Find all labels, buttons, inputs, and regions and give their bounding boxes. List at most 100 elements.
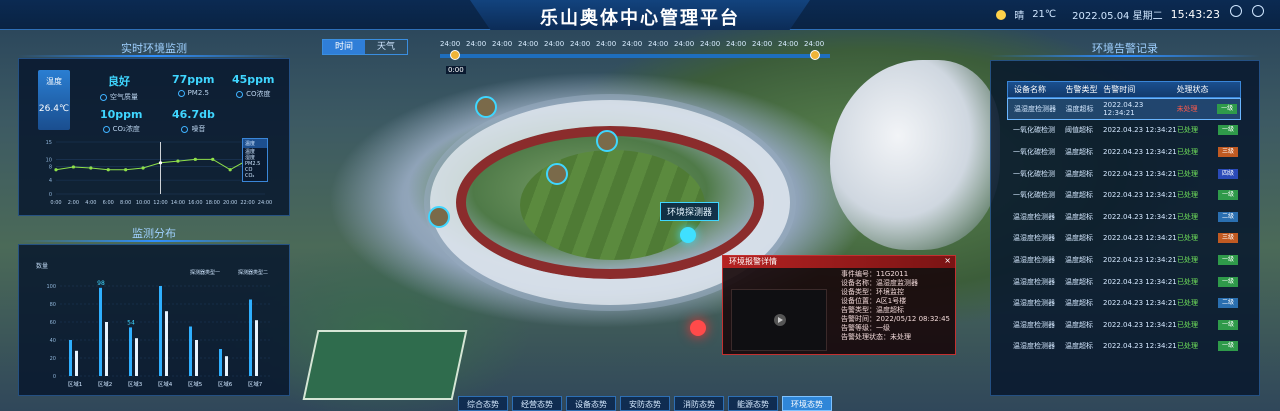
data-point[interactable]: [124, 168, 128, 172]
table-row[interactable]: 一氧化碳检测 阈值超标 2022.04.23 12:34:21 已处理 一级: [1007, 120, 1241, 142]
bar[interactable]: [69, 340, 72, 376]
tennis-court: [302, 330, 468, 400]
power-icon[interactable]: [1252, 5, 1264, 17]
weather-status: 晴 21℃ 2022.05.04 星期二 15:43:23: [996, 7, 1220, 22]
device-name-cell: 温湿度检测器: [1013, 212, 1055, 221]
settings-icon[interactable]: [1230, 5, 1242, 17]
data-point[interactable]: [54, 168, 58, 172]
bar[interactable]: [135, 338, 138, 376]
bar[interactable]: [159, 286, 162, 376]
metric-value: 46.7db: [172, 108, 215, 121]
bar[interactable]: [255, 320, 258, 376]
status-cell: 已处理: [1177, 234, 1198, 243]
table-row[interactable]: 温湿度检测器 温度超标 2022.04.23 12:34:21 未处理 一级: [1007, 98, 1241, 120]
alarm-time-cell: 2022.04.23 12:34:21: [1103, 342, 1177, 351]
level-badge: 一级: [1217, 103, 1238, 114]
table-row[interactable]: 温湿度检测器 温度超标 2022.04.23 12:34:21 已处理 一级: [1007, 314, 1241, 336]
toggle-time[interactable]: 时间: [323, 40, 365, 54]
sensor-tooltip: 环境探测器: [660, 202, 720, 221]
dropdown-option[interactable]: CO₂: [245, 173, 265, 179]
metric-noise: 46.7db 噪音: [172, 108, 215, 134]
data-point[interactable]: [141, 166, 145, 170]
metric-dropdown[interactable]: 温度 温度 湿度 PM2.5 CO CO₂: [242, 138, 268, 182]
map-marker[interactable]: [596, 130, 618, 152]
x-tick-label: 8:00: [120, 200, 131, 206]
bar[interactable]: [249, 299, 252, 377]
bar[interactable]: [165, 311, 168, 376]
data-point[interactable]: [158, 161, 163, 165]
data-point[interactable]: [89, 166, 93, 170]
alarm-time-cell: 2022.04.23 12:34:21: [1103, 100, 1144, 117]
alarm-type-cell: 温度超标: [1065, 320, 1093, 329]
table-row[interactable]: 温湿度检测器 温度超标 2022.04.23 12:34:21 已处理 一级: [1007, 249, 1241, 271]
tab-5[interactable]: 消防态势: [674, 396, 724, 411]
table-row[interactable]: 温湿度检测器 温度超标 2022.04.23 12:34:21 已处理 三级: [1007, 228, 1241, 250]
bar[interactable]: [105, 322, 108, 376]
table-row[interactable]: 温湿度检测器 温度超标 2022.04.23 12:34:21 已处理 二级: [1007, 292, 1241, 314]
close-icon[interactable]: ×: [944, 256, 951, 265]
map-marker[interactable]: [428, 206, 450, 228]
toggle-weather[interactable]: 天气: [365, 40, 407, 54]
air-quality-icon: [100, 93, 107, 101]
x-tick-label: 6:00: [103, 200, 114, 206]
tab-3[interactable]: 设备态势: [566, 396, 616, 411]
bar[interactable]: [195, 340, 198, 376]
data-point[interactable]: [71, 165, 76, 169]
legend-entry: 探测器类型二: [238, 269, 268, 276]
dropdown-selected[interactable]: 温度: [243, 139, 267, 148]
bar[interactable]: [225, 356, 228, 376]
tab-7[interactable]: 环境态势: [782, 396, 832, 411]
metric-label: 噪音: [191, 125, 206, 133]
data-point[interactable]: [228, 168, 232, 172]
bar[interactable]: [129, 327, 132, 376]
timeline-bar[interactable]: 24:00 24:00 24:00 24:00 24:00 24:00 24:00 24:00…: [440, 40, 830, 74]
video-player[interactable]: [731, 289, 827, 351]
time-weather-toggle[interactable]: 时间 天气: [322, 39, 408, 55]
pm25-icon: [177, 89, 185, 97]
table-row[interactable]: 温湿度检测器 温度超标 2022.04.23 12:34:21 已处理 一级: [1007, 336, 1241, 358]
alarm-marker[interactable]: [690, 320, 706, 336]
info-line: 设备位置：A区1号楼: [841, 297, 907, 305]
table-row[interactable]: 一氧化碳检测 温度超标 2022.04.23 12:34:21 已处理 四级: [1007, 163, 1241, 185]
level-badge: 二级: [1218, 298, 1238, 309]
level-badge: 一级: [1218, 190, 1238, 201]
map-marker[interactable]: [475, 96, 497, 118]
x-tick-label: 0:00: [50, 200, 61, 206]
data-label: 98: [97, 280, 105, 287]
level-badge: 一级: [1218, 341, 1238, 352]
tab-4[interactable]: 安防态势: [620, 396, 670, 411]
table-header: 设备名称 告警类型 告警时间 处理状态: [1007, 81, 1241, 98]
data-point[interactable]: [106, 168, 110, 172]
y-tick-label: 8: [49, 164, 52, 170]
x-tick-label: 14:00: [171, 200, 185, 206]
bar[interactable]: [75, 350, 78, 376]
bar[interactable]: [219, 349, 222, 376]
timeline-handle[interactable]: [450, 50, 460, 60]
table-row[interactable]: 一氧化碳检测 温度超标 2022.04.23 12:34:21 已处理 一级: [1007, 184, 1241, 206]
device-name-cell: 温湿度检测器: [1014, 104, 1056, 113]
map-marker[interactable]: [546, 163, 568, 185]
tab-1[interactable]: 综合态势: [458, 396, 508, 411]
data-point[interactable]: [211, 157, 215, 161]
sensor-marker[interactable]: [680, 227, 696, 243]
tab-2[interactable]: 经营态势: [512, 396, 562, 411]
table-row[interactable]: 温湿度检测器 温度超标 2022.04.23 12:34:21 已处理 一级: [1007, 271, 1241, 293]
metric-co2: 10ppm CO₂浓度: [100, 108, 143, 134]
table-row[interactable]: 温湿度检测器 温度超标 2022.04.23 12:34:21 已处理 二级: [1007, 206, 1241, 228]
info-line: 告警等级：一级: [841, 324, 890, 332]
x-tick-label: 区域4: [158, 380, 173, 388]
timeline-track[interactable]: [440, 54, 830, 58]
tab-6[interactable]: 能源态势: [728, 396, 778, 411]
table-row[interactable]: 一氧化碳检测 温度超标 2022.04.23 12:34:21 已处理 三级: [1007, 141, 1241, 163]
bar[interactable]: [189, 326, 192, 377]
y-tick-label: 4: [49, 178, 52, 184]
timeline-end-marker[interactable]: [810, 50, 820, 60]
metric-label: CO₂浓度: [112, 125, 140, 133]
x-tick-label: 16:00: [188, 200, 202, 206]
data-point[interactable]: [193, 157, 197, 161]
x-tick-label: 10:00: [136, 200, 150, 206]
data-point[interactable]: [176, 159, 180, 163]
play-icon[interactable]: [774, 314, 786, 326]
bar[interactable]: [99, 287, 102, 376]
level-badge: 一级: [1218, 319, 1238, 330]
